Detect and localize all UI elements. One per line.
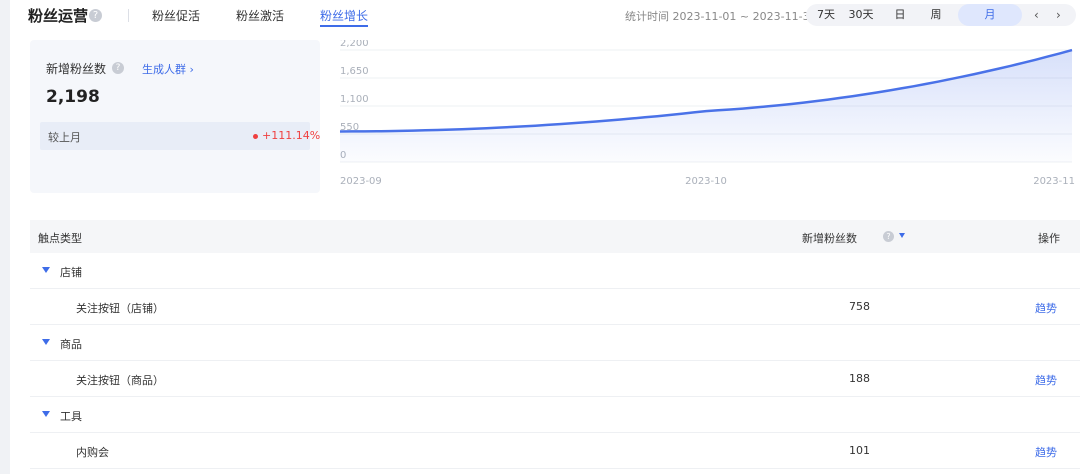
- touchpoint-name: 内购会: [76, 446, 109, 459]
- group-row-tools[interactable]: 工具: [30, 397, 1080, 433]
- period-day[interactable]: 日: [886, 4, 914, 26]
- chevron-right-icon: ›: [189, 63, 194, 76]
- group-row-product[interactable]: 商品: [30, 325, 1080, 361]
- metric-help-icon[interactable]: ?: [112, 62, 124, 74]
- compare-box: 较上月 +111.14%: [40, 122, 320, 150]
- group-name: 店铺: [60, 266, 82, 279]
- next-period-icon[interactable]: ›: [1056, 4, 1061, 26]
- period-selector: 7天 30天 日 周 月 ‹ ›: [806, 4, 1076, 26]
- tab-fans-growth[interactable]: 粉丝增长: [320, 7, 368, 24]
- x-tick-label: 2023-09: [340, 176, 382, 187]
- compare-label: 较上月: [48, 131, 81, 144]
- trend-link[interactable]: 趋势: [1035, 444, 1057, 460]
- increase-dot-icon: [253, 134, 258, 139]
- y-tick-label: 1,650: [340, 66, 369, 77]
- touchpoint-table: 触点类型 新增粉丝数 ? 操作 店铺 关注按钮（店铺） 758 趋势 商品 关注…: [30, 220, 1080, 469]
- new-fans-count: 101: [849, 444, 870, 457]
- column-action: 操作: [1038, 232, 1060, 245]
- metric-value: 2,198: [46, 87, 100, 107]
- page-title: 粉丝运营: [28, 7, 89, 25]
- period-30d[interactable]: 30天: [844, 4, 878, 26]
- period-week[interactable]: 周: [922, 4, 950, 26]
- group-name: 商品: [60, 338, 82, 351]
- period-month[interactable]: 月: [958, 4, 1022, 26]
- x-tick-label: 2023-11: [1033, 176, 1075, 187]
- header-divider: [128, 9, 129, 22]
- tab-fans-activate[interactable]: 粉丝激活: [236, 7, 284, 24]
- table-row: 关注按钮（店铺） 758 趋势: [30, 289, 1080, 325]
- generate-audience-link[interactable]: 生成人群 ›: [142, 61, 194, 77]
- caret-down-icon[interactable]: [42, 411, 50, 417]
- metric-card: 新增粉丝数 ? 生成人群 › 2,198 较上月 +111.14%: [30, 40, 320, 193]
- page-header: 粉丝运营 ? 粉丝促活 粉丝激活 粉丝增长 统计时间 2023-11-01 ~ …: [10, 0, 1080, 30]
- touchpoint-name: 关注按钮（店铺）: [76, 302, 164, 315]
- touchpoint-name: 关注按钮（商品）: [76, 374, 164, 387]
- group-name: 工具: [60, 410, 82, 423]
- y-tick-label: 2,200: [340, 40, 369, 49]
- tab-fans-promote[interactable]: 粉丝促活: [152, 7, 200, 24]
- table-row: 关注按钮（商品） 188 趋势: [30, 361, 1080, 397]
- new-fans-count: 758: [849, 300, 870, 313]
- generate-audience-label: 生成人群: [142, 63, 186, 76]
- stat-time-range: 统计时间 2023-11-01 ~ 2023-11-30: [625, 10, 817, 23]
- new-fans-count: 188: [849, 372, 870, 385]
- sort-icon[interactable]: [899, 233, 905, 238]
- active-tab-underline: [320, 25, 368, 27]
- new-fans-help-icon[interactable]: ?: [883, 231, 894, 242]
- column-touchpoint: 触点类型: [38, 232, 82, 245]
- y-tick-label: 1,100: [340, 94, 369, 105]
- caret-down-icon[interactable]: [42, 339, 50, 345]
- x-tick-label: 2023-10: [685, 176, 727, 187]
- fans-growth-chart: 05501,1001,6502,2002023-092023-102023-11: [330, 40, 1080, 195]
- chart-svg: 05501,1001,6502,2002023-092023-102023-11: [339, 40, 1075, 187]
- prev-period-icon[interactable]: ‹: [1034, 4, 1039, 26]
- metric-label: 新增粉丝数: [46, 62, 107, 76]
- trend-link[interactable]: 趋势: [1035, 300, 1057, 316]
- table-header: 触点类型 新增粉丝数 ? 操作: [30, 220, 1080, 253]
- left-edge-panel: [0, 0, 10, 474]
- column-new-fans[interactable]: 新增粉丝数: [802, 230, 857, 246]
- compare-value: +111.14%: [262, 129, 321, 142]
- group-row-store[interactable]: 店铺: [30, 253, 1080, 289]
- period-7d[interactable]: 7天: [812, 4, 840, 26]
- table-row: 内购会 101 趋势: [30, 433, 1080, 469]
- trend-link[interactable]: 趋势: [1035, 372, 1057, 388]
- caret-down-icon[interactable]: [42, 267, 50, 273]
- help-icon[interactable]: ?: [89, 9, 102, 22]
